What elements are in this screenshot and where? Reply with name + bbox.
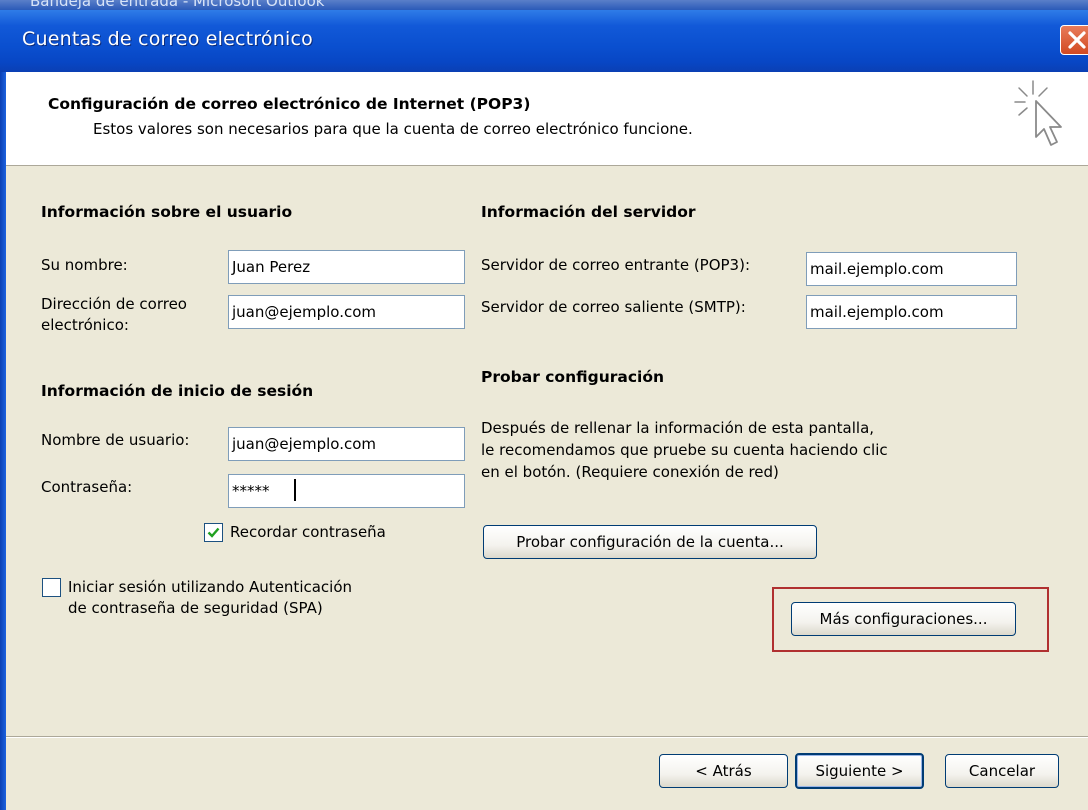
- remember-password-checkbox[interactable]: [204, 523, 223, 542]
- background-window-title: Bandeja de entrada - Microsoft Outlook: [30, 0, 325, 10]
- name-label: Su nombre:: [41, 256, 128, 274]
- text-caret: [294, 479, 296, 501]
- password-label: Contraseña:: [41, 478, 133, 496]
- server-info-heading: Información del servidor: [481, 203, 696, 221]
- spa-label-line2[interactable]: de contraseña de seguridad (SPA): [68, 598, 323, 619]
- close-icon: [1068, 31, 1086, 49]
- cancel-button[interactable]: Cancelar: [945, 754, 1059, 788]
- logon-info-heading: Información de inicio de sesión: [41, 382, 314, 400]
- header-panel: Configuración de correo electrónico de I…: [6, 72, 1088, 166]
- spa-label-line1[interactable]: Iniciar sesión utilizando Autenticación: [68, 577, 352, 598]
- title-bar[interactable]: Cuentas de correo electrónico: [0, 10, 1088, 72]
- background-window-titlebar: Bandeja de entrada - Microsoft Outlook: [0, 0, 1088, 10]
- password-field[interactable]: *****: [228, 474, 465, 508]
- outgoing-server-field[interactable]: mail.ejemplo.com: [806, 295, 1017, 329]
- test-desc-line1: Después de rellenar la información de es…: [481, 419, 875, 437]
- checkmark-icon: [207, 527, 220, 538]
- username-label: Nombre de usuario:: [41, 431, 190, 449]
- next-button[interactable]: Siguiente >: [795, 753, 924, 789]
- remember-password-label[interactable]: Recordar contraseña: [230, 522, 386, 543]
- more-settings-button[interactable]: Más configuraciones...: [791, 602, 1016, 636]
- user-info-heading: Información sobre el usuario: [41, 203, 293, 221]
- password-value: *****: [232, 482, 270, 500]
- email-field[interactable]: juan@ejemplo.com: [228, 295, 465, 329]
- close-button[interactable]: [1060, 25, 1088, 55]
- incoming-server-label: Servidor de correo entrante (POP3):: [481, 256, 751, 274]
- outgoing-server-label: Servidor de correo saliente (SMTP):: [481, 298, 746, 316]
- dialog-window: Cuentas de correo electrónico Configurac…: [0, 10, 1088, 810]
- cursor-sparkle-icon: [1014, 80, 1062, 146]
- test-settings-heading: Probar configuración: [481, 368, 665, 386]
- email-label-line2: electrónico:: [41, 316, 129, 334]
- header-title: Configuración de correo electrónico de I…: [48, 95, 531, 113]
- incoming-server-field[interactable]: mail.ejemplo.com: [806, 252, 1017, 286]
- email-label-line1: Dirección de correo: [41, 295, 187, 313]
- test-desc-line3: en el botón. (Requiere conexión de red): [481, 463, 779, 481]
- username-field[interactable]: juan@ejemplo.com: [228, 427, 465, 461]
- name-field[interactable]: Juan Perez: [228, 250, 465, 284]
- back-button[interactable]: < Atrás: [659, 754, 788, 788]
- test-account-settings-button[interactable]: Probar configuración de la cuenta...: [483, 525, 817, 559]
- window-title: Cuentas de correo electrónico: [22, 28, 313, 50]
- header-subtitle: Estos valores son necesarios para que la…: [93, 120, 693, 138]
- spa-checkbox[interactable]: [42, 578, 61, 597]
- footer-separator: [6, 736, 1088, 738]
- test-desc-line2: le recomendamos que pruebe su cuenta hac…: [481, 441, 888, 459]
- dialog-client-area: Configuración de correo electrónico de I…: [6, 72, 1088, 810]
